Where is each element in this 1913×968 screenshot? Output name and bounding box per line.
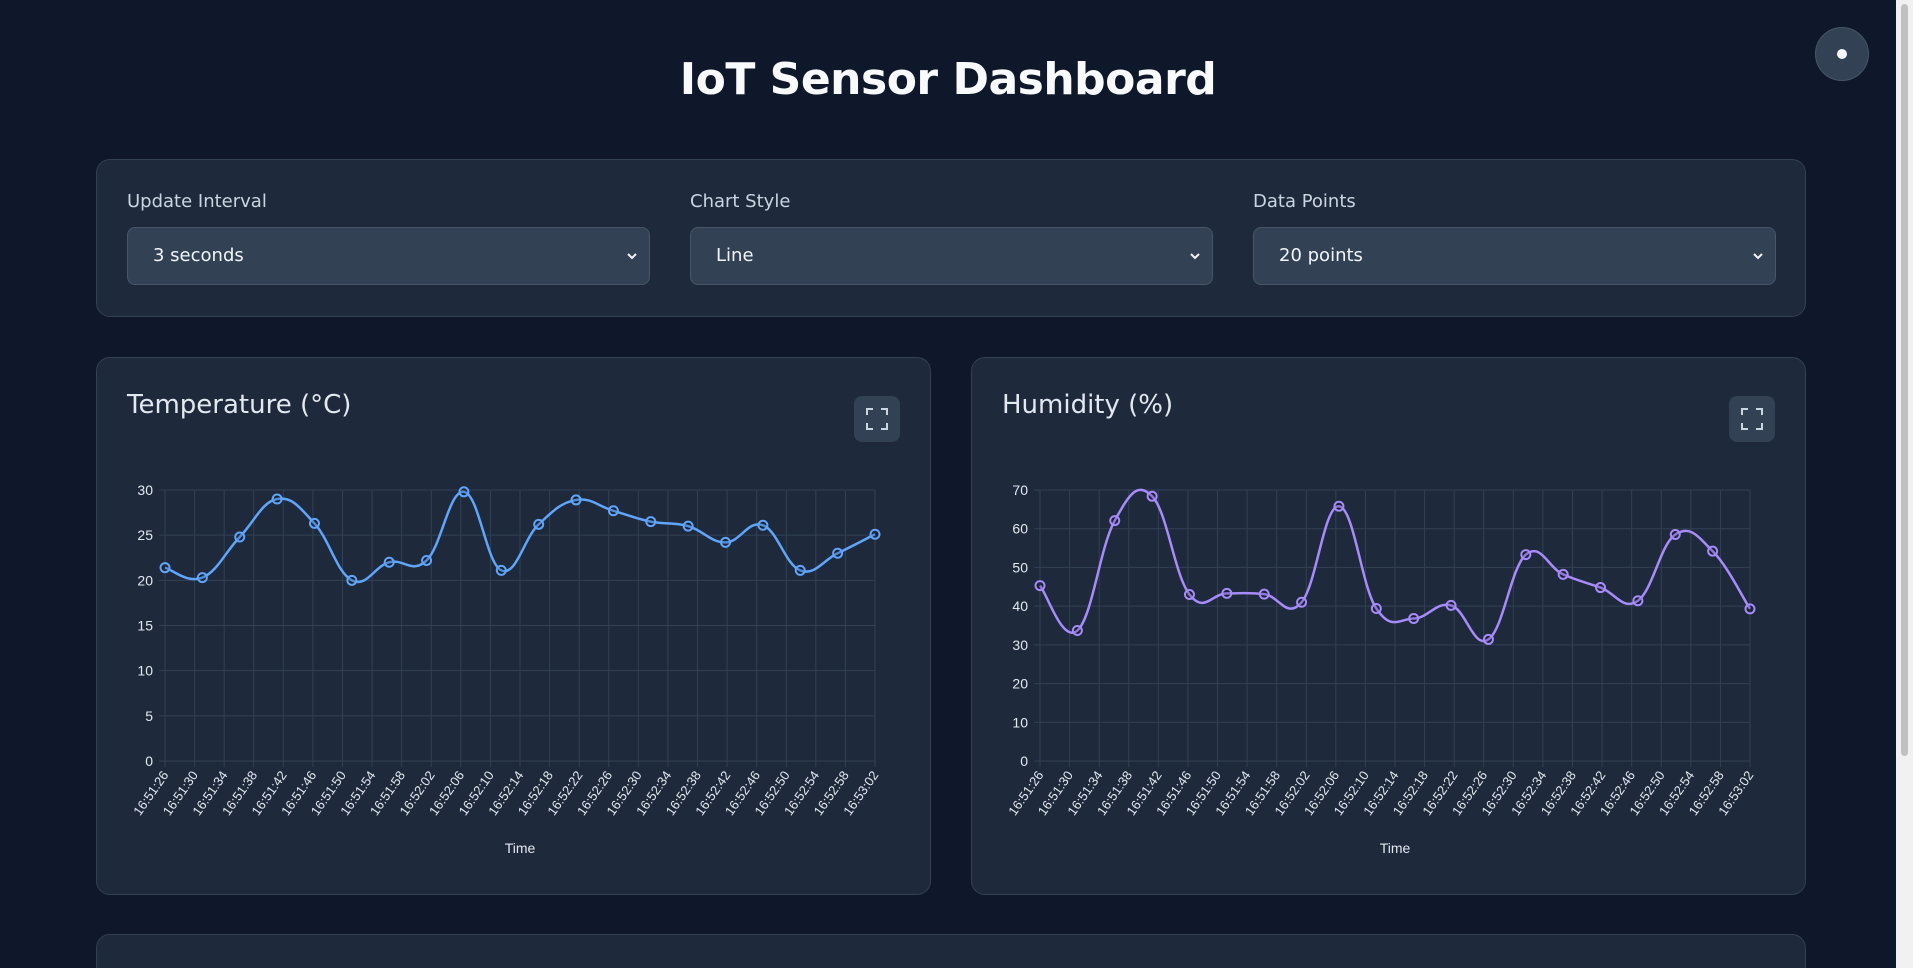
humidity-data-point (1557, 568, 1569, 580)
humidity-y-tick-label: 20 (1012, 676, 1028, 692)
temperature-data-point (682, 520, 694, 532)
humidity-grid (1034, 489, 1751, 767)
update-interval-control: Update Interval 3 seconds (127, 190, 650, 285)
temperature-data-point (421, 554, 433, 566)
humidity-data-point (1520, 549, 1532, 561)
humidity-data-point (1109, 515, 1121, 527)
humidity-card: Humidity (%) 16:51:26 16:51:30 16:51:34 16:… (971, 357, 1806, 895)
humidity-data-point (1146, 490, 1158, 502)
temperature-y-tick-label: 15 (137, 618, 153, 634)
temperature-grid (159, 489, 876, 767)
temperature-y-tick-label: 5 (145, 708, 153, 724)
dashboard-page: IoT Sensor Dashboard Update Interval 3 s… (0, 0, 1896, 968)
temperature-data-point (533, 518, 545, 530)
chevron-down-icon (1753, 253, 1763, 260)
humidity-y-tick-label: 10 (1012, 714, 1028, 730)
update-interval-label: Update Interval (127, 191, 267, 212)
temperature-data-point (645, 516, 657, 528)
chart-style-select[interactable]: Line (690, 227, 1213, 285)
humidity-data-point (1669, 529, 1681, 541)
temperature-data-point (308, 517, 320, 529)
data-points-select[interactable]: 20 points (1253, 227, 1776, 285)
temperature-data-point (271, 493, 283, 505)
temperature-y-tick-label: 0 (145, 753, 153, 769)
controls-panel: Update Interval 3 seconds Chart Style Li… (96, 159, 1806, 317)
chevron-down-icon (627, 253, 637, 260)
chart-style-value: Line (716, 245, 754, 266)
temperature-data-point (458, 486, 470, 498)
temperature-data-point (720, 536, 732, 548)
humidity-data-point (1370, 602, 1382, 614)
chart-style-control: Chart Style Line (690, 190, 1213, 285)
humidity-data-point (1744, 603, 1756, 615)
temperature-y-tick-label: 30 (137, 482, 153, 498)
humidity-data-point (1258, 588, 1270, 600)
humidity-data-point (1071, 625, 1083, 637)
data-points-value: 20 points (1279, 245, 1363, 266)
data-points-control: Data Points 20 points (1253, 190, 1776, 285)
humidity-data-point (1183, 589, 1195, 601)
temperature-card: Temperature (°C) 16:51:26 16:51:30 16:51:3… (96, 357, 931, 895)
temperature-x-axis-label: Time (505, 840, 536, 856)
humidity-data-point (1482, 633, 1494, 645)
temperature-data-point (607, 505, 619, 517)
update-interval-value: 3 seconds (153, 245, 244, 266)
update-interval-select[interactable]: 3 seconds (127, 227, 650, 285)
vertical-scrollbar[interactable] (1896, 0, 1913, 968)
humidity-data-point (1296, 596, 1308, 608)
humidity-data-point (1595, 582, 1607, 594)
page-title: IoT Sensor Dashboard (679, 54, 1217, 105)
data-points-label: Data Points (1253, 191, 1356, 212)
humidity-data-point (1034, 580, 1046, 592)
dot-icon (1837, 49, 1847, 59)
humidity-chart: 16:51:2616:51:3016:51:3416:51:3816:51:42… (1005, 482, 1756, 856)
temperature-data-point (794, 564, 806, 576)
humidity-data-point (1632, 595, 1644, 607)
humidity-y-tick-label: 30 (1012, 637, 1028, 653)
humidity-data-point (1221, 587, 1233, 599)
next-card (96, 934, 1806, 968)
humidity-y-tick-label: 50 (1012, 559, 1028, 575)
chevron-down-icon (1190, 253, 1200, 260)
humidity-data-point (1408, 613, 1420, 625)
temperature-y-tick-label: 25 (137, 527, 153, 543)
chart-style-label: Chart Style (690, 191, 791, 212)
humidity-data-point (1333, 500, 1345, 512)
humidity-y-tick-label: 40 (1012, 598, 1028, 614)
temperature-data-point (383, 556, 395, 568)
temperature-data-point (757, 519, 769, 531)
temperature-data-point (346, 574, 358, 586)
temperature-data-point (159, 562, 171, 574)
temperature-y-tick-label: 20 (137, 572, 153, 588)
humidity-y-tick-label: 70 (1012, 482, 1028, 498)
temperature-data-point (234, 531, 246, 543)
humidity-y-tick-label: 60 (1012, 521, 1028, 537)
temperature-y-tick-label: 10 (137, 663, 153, 679)
temperature-data-point (495, 564, 507, 576)
temperature-data-point (832, 547, 844, 559)
scrollbar-thumb[interactable] (1901, 4, 1908, 756)
humidity-y-tick-label: 0 (1020, 753, 1028, 769)
humidity-data-point (1445, 599, 1457, 611)
temperature-data-point (869, 528, 881, 540)
humidity-data-point (1707, 545, 1719, 557)
temperature-data-point (570, 494, 582, 506)
humidity-x-axis-label: Time (1380, 840, 1411, 856)
temperature-chart: 16:51:2616:51:3016:51:3416:51:3816:51:42… (130, 482, 881, 856)
temperature-data-point (196, 572, 208, 584)
theme-toggle-button[interactable] (1815, 27, 1869, 81)
